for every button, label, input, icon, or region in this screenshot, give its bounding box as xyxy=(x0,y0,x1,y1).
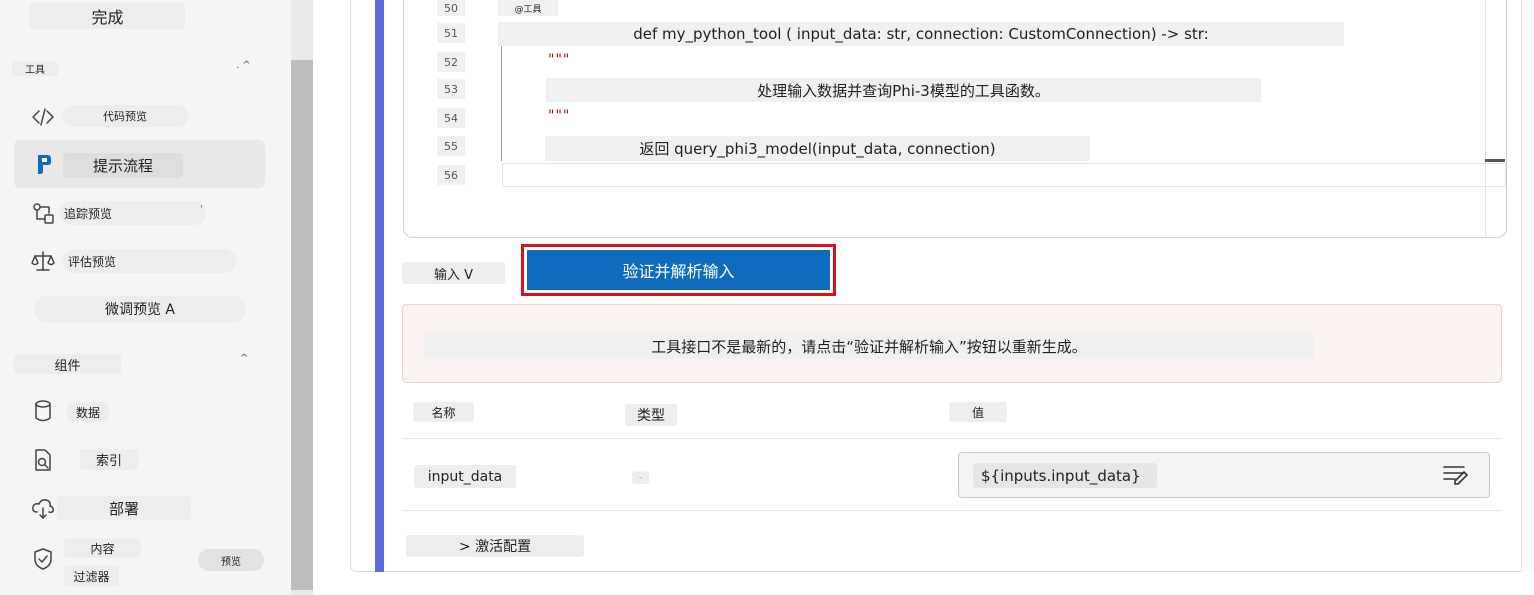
line-number: 52 xyxy=(437,52,465,72)
line-number: 50 xyxy=(437,0,465,16)
tools-collapse-chevron[interactable]: . ^ xyxy=(236,60,251,71)
code-icon xyxy=(29,103,57,131)
sidebar: 完成 工具 . ^ 代码预览 提示流程 追踪预览 ' 评估预览 微调预览 A 组… xyxy=(0,0,291,595)
line-number: 56 xyxy=(437,165,465,185)
tools-section-header[interactable]: 工具 xyxy=(12,61,58,76)
editor-cursor-marker xyxy=(1485,159,1505,162)
inputs-section-toggle[interactable]: 输入 V xyxy=(402,262,505,284)
input-name-cell: input_data xyxy=(414,465,516,488)
shield-check-icon xyxy=(29,545,57,573)
index-search-icon xyxy=(29,446,57,474)
line-number: 53 xyxy=(437,79,465,99)
selected-node-rail xyxy=(375,0,384,572)
prompt-flow-icon xyxy=(29,150,57,178)
warning-message: 工具接口不是最新的，请点击“验证并解析输入”按钮以重新生成。 xyxy=(424,333,1314,359)
sidebar-item-content-filter[interactable]: 内容 xyxy=(64,538,141,558)
sidebar-item-prompt-flow[interactable]: 提示流程 xyxy=(63,153,183,178)
line-number: 55 xyxy=(437,136,465,156)
sidebar-item-code-preview[interactable]: 代码预览 xyxy=(62,105,188,127)
column-header-value: 值 xyxy=(949,402,1007,422)
sidebar-item-deployments[interactable]: 部署 xyxy=(57,496,191,520)
edit-expression-icon[interactable] xyxy=(1442,464,1470,486)
code-line[interactable]: """ xyxy=(548,52,570,68)
sidebar-scrollbar-thumb[interactable] xyxy=(291,60,313,590)
column-header-name: 名称 xyxy=(413,402,474,422)
sidebar-item-data[interactable]: 数据 xyxy=(67,402,109,422)
current-line-highlight xyxy=(502,163,1506,187)
editor-minimap-divider xyxy=(1485,0,1486,236)
validate-and-parse-input-button[interactable]: 验证并解析输入 xyxy=(527,250,830,290)
cloud-deploy-icon xyxy=(29,494,57,522)
sidebar-item-tracing[interactable]: 追踪预览 xyxy=(60,201,206,225)
table-divider xyxy=(402,438,1502,439)
table-divider xyxy=(402,510,1502,511)
sidebar-item-index[interactable]: 索引 xyxy=(80,449,138,470)
preview-badge: 预览 xyxy=(198,549,264,571)
code-line[interactable]: def my_python_tool ( input_data: str, co… xyxy=(498,22,1344,46)
input-value-text[interactable]: ${inputs.input_data} xyxy=(973,463,1157,488)
done-button[interactable]: 完成 xyxy=(30,3,185,29)
tracing-suffix: ' xyxy=(200,204,203,215)
database-icon xyxy=(29,397,57,425)
line-number: 54 xyxy=(437,108,465,128)
code-line[interactable]: """ xyxy=(548,108,570,124)
code-line[interactable]: 处理输入数据并查询Phi-3模型的工具函数。 xyxy=(546,78,1261,102)
activation-config-toggle[interactable]: > 激活配置 xyxy=(406,535,584,557)
panel-scrollbar[interactable] xyxy=(1521,0,1534,572)
code-line[interactable]: @工具 xyxy=(498,0,558,16)
sidebar-item-fine-tuning[interactable]: 微调预览 A xyxy=(34,296,246,322)
components-section-header[interactable]: 组件 xyxy=(14,354,121,374)
sidebar-item-evaluation[interactable]: 评估预览 xyxy=(62,249,236,273)
scale-icon xyxy=(29,247,57,275)
tracing-icon xyxy=(29,199,57,227)
column-header-type: 类型 xyxy=(625,404,677,426)
components-collapse-chevron[interactable]: ^ xyxy=(240,353,248,364)
content-filter-label-line2: 过滤器 xyxy=(64,566,119,586)
code-line[interactable]: 返回 query_phi3_model(input_data, connecti… xyxy=(545,136,1090,161)
line-number: 51 xyxy=(437,23,465,43)
indent-guide xyxy=(501,46,502,161)
input-type-cell[interactable]: - xyxy=(632,471,649,484)
